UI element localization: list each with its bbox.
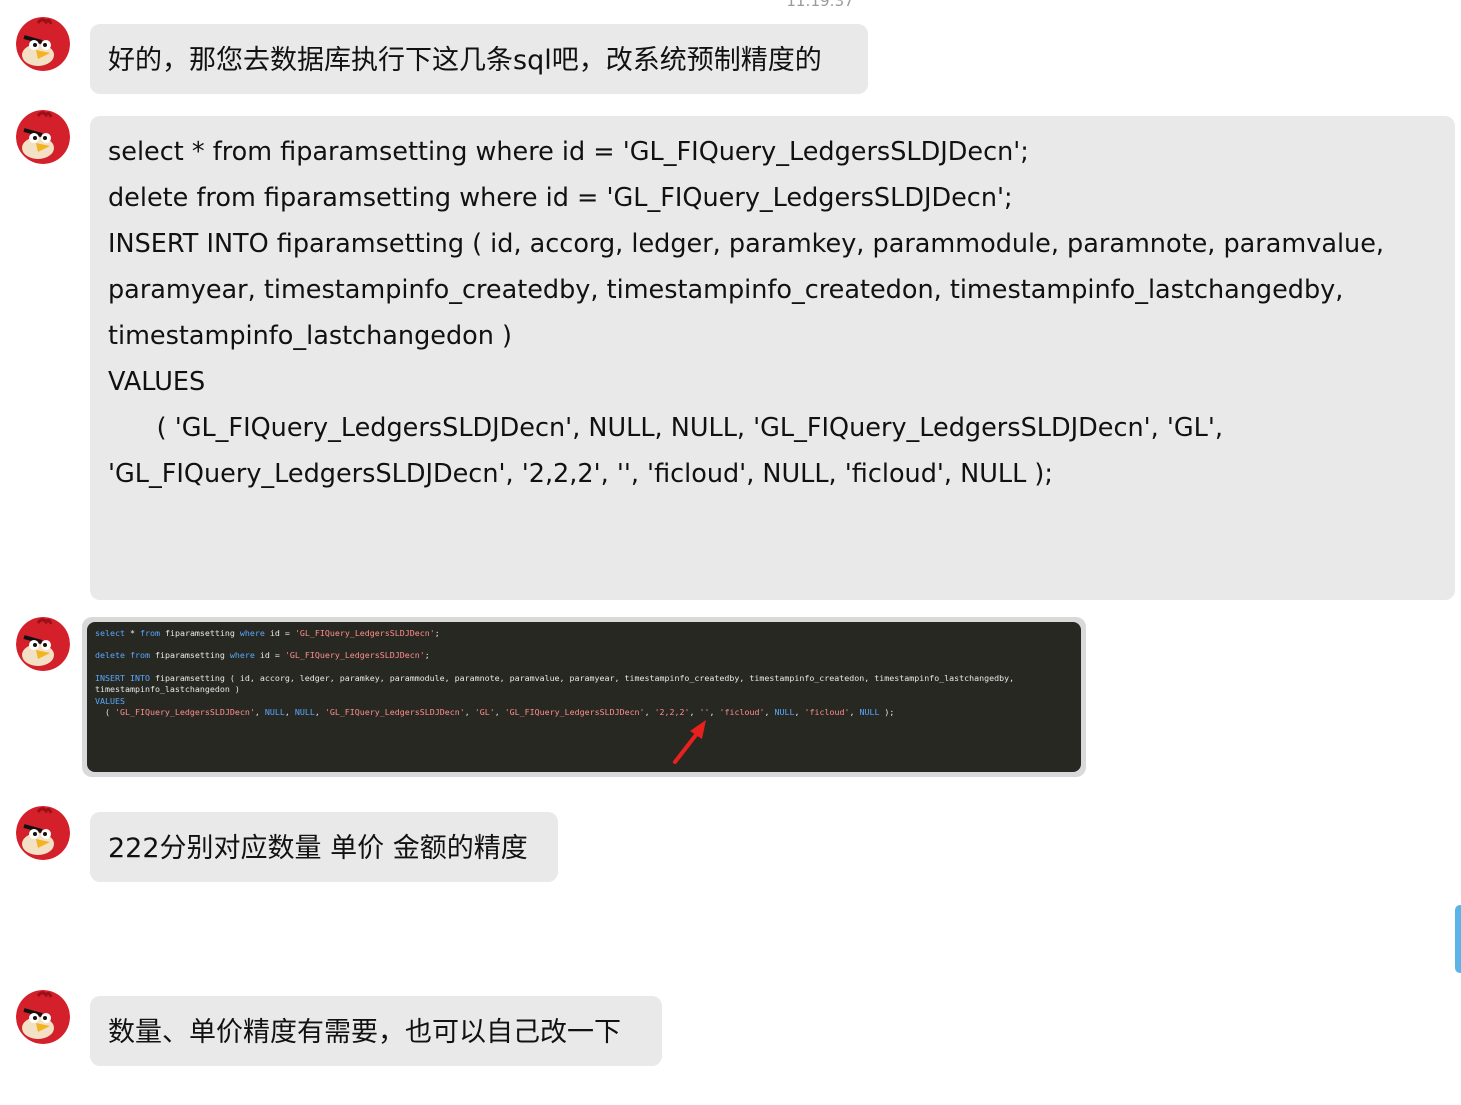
code-line: timestampinfo_lastchangedon ) [95, 684, 240, 695]
sql-line: paramyear, timestampinfo_createdby, time… [108, 275, 1344, 305]
code-line: select * from fiparamsetting where id = … [95, 628, 440, 638]
chat-message-bubble[interactable]: 数量、单价精度有需要，也可以自己改一下 [90, 996, 662, 1066]
chat-message-bubble[interactable]: select * from fiparamsetting where id = … [90, 116, 1455, 600]
sender-avatar[interactable] [16, 17, 70, 71]
angry-red-bird-avatar-icon [16, 990, 70, 1044]
code-line: INSERT INTO fiparamsetting ( id, accorg,… [95, 672, 1015, 683]
message-text: 222分别对应数量 单价 金额的精度 [108, 833, 528, 864]
sender-avatar[interactable] [16, 806, 70, 860]
sql-line: timestampinfo_lastchangedon ) [108, 321, 512, 351]
sql-line: select * from fiparamsetting where id = … [108, 137, 1029, 167]
message-text: 数量、单价精度有需要，也可以自己改一下 [108, 1017, 621, 1048]
code-line: VALUES [95, 695, 125, 706]
angry-red-bird-avatar-icon [16, 806, 70, 860]
chat-message-bubble[interactable]: 好的，那您去数据库执行下这几条sql吧，改系统预制精度的 [90, 24, 868, 94]
sender-avatar[interactable] [16, 617, 70, 671]
sql-line: 'GL_FIQuery_LedgersSLDJDecn', '2,2,2', '… [108, 459, 1053, 489]
sql-line: INSERT INTO fiparamsetting ( id, accorg,… [108, 229, 1384, 259]
sql-line: ( 'GL_FIQuery_LedgersSLDJDecn', NULL, NU… [108, 413, 1223, 443]
image-message[interactable]: select * from fiparamsetting where id = … [82, 617, 1086, 777]
code-line: ( 'GL_FIQuery_LedgersSLDJDecn', NULL, NU… [95, 706, 895, 717]
sql-line: delete from fiparamsetting where id = 'G… [108, 183, 1013, 213]
code-screenshot: select * from fiparamsetting where id = … [87, 622, 1081, 772]
red-arrow-annotation-icon [673, 720, 706, 764]
sql-line: VALUES [108, 367, 206, 397]
sender-avatar[interactable] [16, 990, 70, 1044]
angry-red-bird-avatar-icon [16, 17, 70, 71]
message-timestamp: 11:19:37 [786, 0, 854, 10]
message-text: 好的，那您去数据库执行下这几条sql吧，改系统预制精度的 [108, 45, 822, 76]
angry-red-bird-avatar-icon [16, 617, 70, 671]
side-panel-tab[interactable] [1455, 905, 1461, 973]
sender-avatar[interactable] [16, 110, 70, 164]
angry-red-bird-avatar-icon [16, 110, 70, 164]
chat-message-bubble[interactable]: 222分别对应数量 单价 金额的精度 [90, 812, 558, 882]
code-line: delete from fiparamsetting where id = 'G… [95, 650, 430, 661]
chat-window: 11:19:37 好的，那您去数据库执行下这几条sql吧，改系统预制精度的 se… [0, 0, 1461, 1105]
